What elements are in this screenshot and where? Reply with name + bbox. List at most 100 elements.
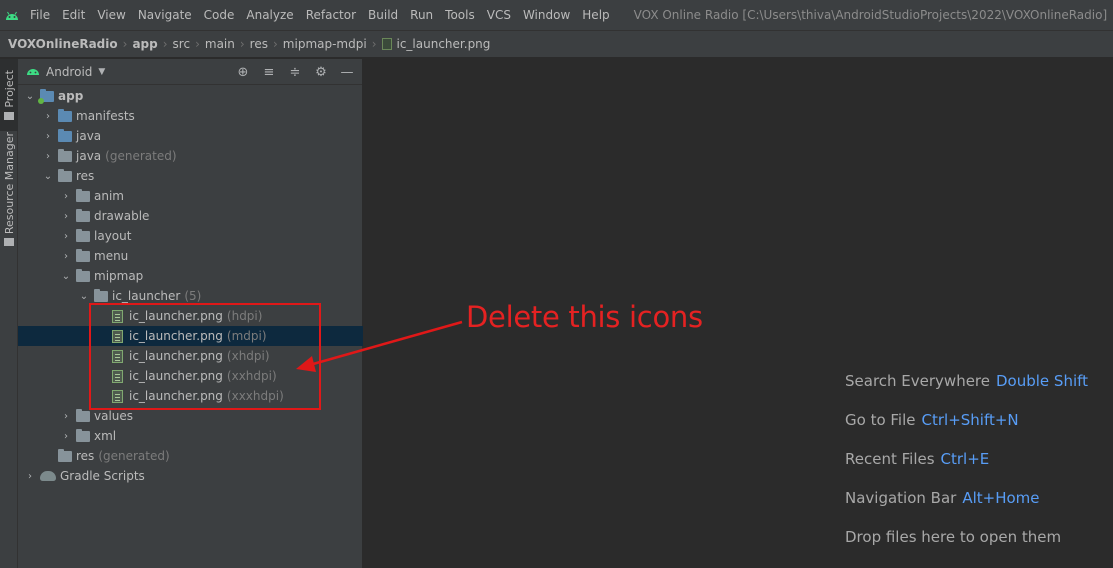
tree-row-layout[interactable]: › layout — [18, 226, 363, 246]
annotation-highlight-box — [89, 303, 321, 410]
menu-refactor[interactable]: Refactor — [300, 8, 362, 22]
project-tool-tab[interactable]: Project — [0, 59, 18, 131]
chevron-down-icon[interactable]: ⌄ — [24, 86, 36, 106]
module-folder-icon — [38, 88, 54, 104]
breadcrumb-separator: › — [371, 37, 377, 51]
chevron-right-icon[interactable]: › — [60, 406, 72, 426]
menu-navigate[interactable]: Navigate — [132, 8, 198, 22]
menu-help[interactable]: Help — [576, 8, 615, 22]
png-file-icon — [381, 38, 392, 50]
tree-label: drawable — [94, 209, 150, 223]
chevron-right-icon[interactable]: › — [24, 466, 36, 486]
tree-row-drawable[interactable]: › drawable — [18, 206, 363, 226]
tree-label: java — [76, 129, 102, 143]
breadcrumb-src[interactable]: src — [173, 37, 191, 51]
annotation-text: Delete this icons — [466, 300, 703, 334]
breadcrumb-mipmap-mdpi[interactable]: mipmap-mdpi — [283, 37, 367, 51]
breadcrumb-res[interactable]: res — [250, 37, 268, 51]
tree-row-java-generated[interactable]: › java (generated) — [18, 146, 363, 166]
tree-label: res — [76, 169, 95, 183]
hint-shortcut: Double Shift — [996, 372, 1089, 390]
folder-icon — [58, 128, 72, 142]
tree-label: menu — [94, 249, 129, 263]
chevron-down-icon[interactable]: ⌄ — [60, 266, 72, 286]
tree-row-xml[interactable]: › xml — [18, 426, 363, 446]
chevron-right-icon[interactable]: › — [60, 226, 72, 246]
chevron-right-icon[interactable]: › — [60, 206, 72, 226]
hint-label: Go to File — [845, 411, 916, 429]
tree-suffix: (generated) — [105, 149, 177, 163]
chevron-right-icon[interactable]: › — [60, 186, 72, 206]
folder-icon — [94, 288, 108, 302]
menu-file[interactable]: File — [24, 8, 56, 22]
resource-manager-tool-tab[interactable]: Resource Manager — [0, 132, 18, 247]
menu-build[interactable]: Build — [362, 8, 404, 22]
hint-label: Search Everywhere — [845, 372, 990, 390]
gradle-elephant-icon — [40, 471, 56, 481]
tree-label: mipmap — [94, 269, 144, 283]
hint-recent-files: Recent Files Ctrl+E — [845, 450, 989, 468]
chevron-right-icon[interactable]: › — [60, 426, 72, 446]
tree-row-gradle-scripts[interactable]: › Gradle Scripts — [18, 466, 363, 486]
hint-navigation-bar: Navigation Bar Alt+Home — [845, 489, 1040, 507]
hint-label: Navigation Bar — [845, 489, 957, 507]
folder-icon — [4, 111, 14, 120]
tree-row-mipmap[interactable]: ⌄ mipmap — [18, 266, 363, 286]
menu-analyze[interactable]: Analyze — [240, 8, 299, 22]
tree-label: anim — [94, 189, 124, 203]
chevron-down-icon[interactable]: ⌄ — [42, 166, 54, 186]
tree-label: layout — [94, 229, 132, 243]
breadcrumb-project[interactable]: VOXOnlineRadio — [8, 37, 118, 51]
menu-edit[interactable]: Edit — [56, 8, 91, 22]
expand-all-icon[interactable]: ≡ — [260, 63, 278, 81]
tree-label: Gradle Scripts — [60, 469, 145, 483]
tree-row-manifests[interactable]: › manifests — [18, 106, 363, 126]
android-studio-logo-icon — [0, 0, 24, 30]
chevron-right-icon[interactable]: › — [42, 126, 54, 146]
tree-row-menu[interactable]: › menu — [18, 246, 363, 266]
view-selector[interactable]: Android — [46, 65, 92, 79]
breadcrumb-main[interactable]: main — [205, 37, 235, 51]
menu-window[interactable]: Window — [517, 8, 576, 22]
tree-row-anim[interactable]: › anim — [18, 186, 363, 206]
menu-bar: File Edit View Navigate Code Analyze Ref… — [0, 0, 1113, 30]
breadcrumb-separator: › — [239, 37, 245, 51]
tree-row-res-generated[interactable]: res (generated) — [18, 446, 363, 466]
breadcrumb-separator: › — [122, 37, 128, 51]
generated-folder-icon — [58, 448, 72, 462]
folder-icon — [58, 108, 72, 122]
hint-shortcut: Ctrl+Shift+N — [921, 411, 1019, 429]
menu-tools[interactable]: Tools — [439, 8, 481, 22]
menu-view[interactable]: View — [91, 8, 131, 22]
menu-run[interactable]: Run — [404, 8, 439, 22]
breadcrumb-file[interactable]: ic_launcher.png — [397, 37, 491, 51]
minimize-icon[interactable]: — — [338, 63, 356, 81]
hint-shortcut: Alt+Home — [962, 489, 1040, 507]
locate-icon[interactable]: ⊕ — [234, 63, 252, 81]
resource-icon — [4, 238, 14, 247]
tree-label: res — [76, 449, 95, 463]
folder-icon — [76, 408, 90, 422]
menu-code[interactable]: Code — [198, 8, 241, 22]
gear-icon[interactable]: ⚙ — [312, 63, 330, 81]
folder-icon — [76, 248, 90, 262]
menu-vcs[interactable]: VCS — [481, 8, 517, 22]
tree-label: java — [76, 149, 102, 163]
hint-search-everywhere: Search Everywhere Double Shift — [845, 372, 1088, 390]
resource-manager-tab-label: Resource Manager — [2, 131, 16, 235]
tree-suffix: (generated) — [98, 449, 170, 463]
tree-row-res[interactable]: ⌄ res — [18, 166, 363, 186]
breadcrumb: VOXOnlineRadio › app › src › main › res … — [0, 30, 1113, 58]
tree-suffix: (5) — [184, 289, 202, 303]
chevron-right-icon[interactable]: › — [60, 246, 72, 266]
tree-row-java[interactable]: › java — [18, 126, 363, 146]
chevron-right-icon[interactable]: › — [42, 146, 54, 166]
breadcrumb-separator: › — [272, 37, 278, 51]
tree-row-app[interactable]: ⌄ app — [18, 86, 363, 106]
folder-icon — [76, 428, 90, 442]
tree-label: values — [94, 409, 134, 423]
chevron-right-icon[interactable]: › — [42, 106, 54, 126]
chevron-down-icon[interactable]: ▼ — [98, 67, 105, 77]
breadcrumb-app[interactable]: app — [132, 37, 157, 51]
collapse-all-icon[interactable]: ≑ — [286, 63, 304, 81]
